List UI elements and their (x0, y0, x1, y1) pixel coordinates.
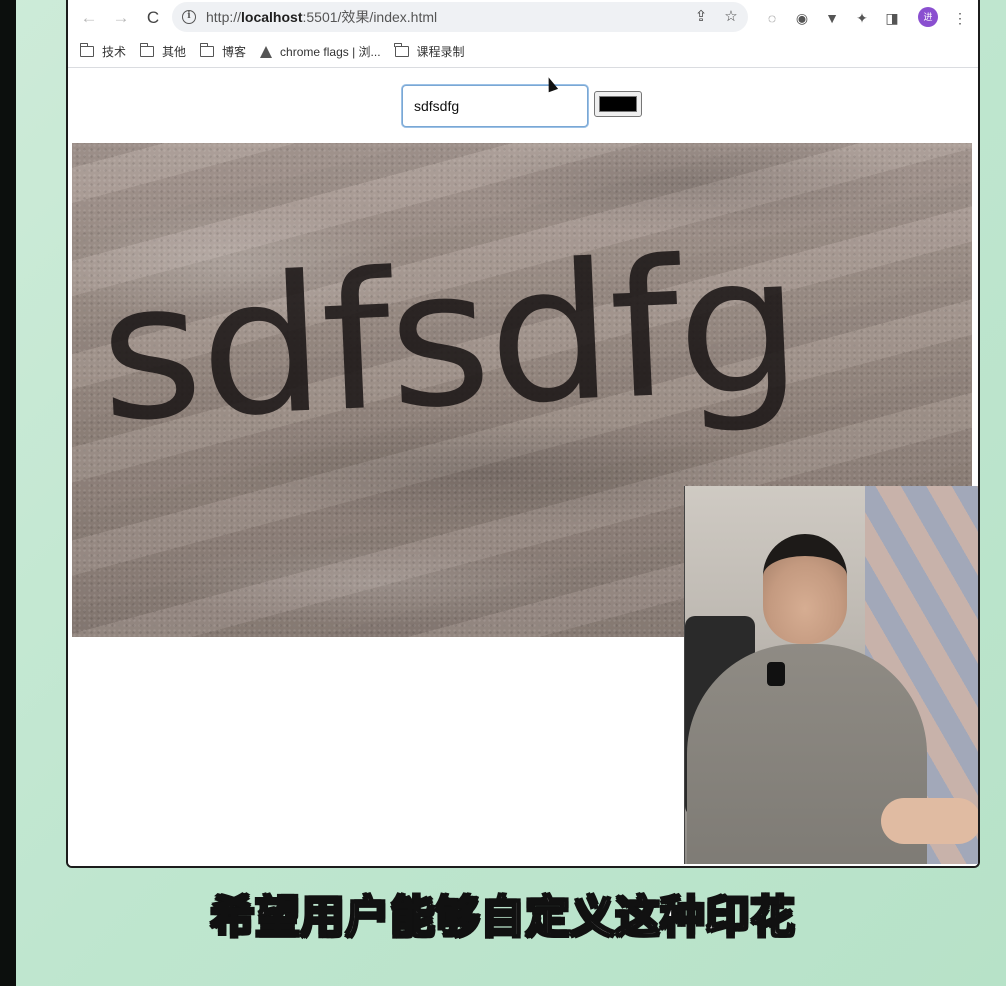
folder-icon (139, 43, 155, 57)
webcam-person-head (763, 534, 847, 644)
bookmark-label: 技术 (102, 45, 127, 59)
address-bar[interactable]: i http://localhost:5501/效果/index.html ⇪ … (172, 2, 748, 32)
bookmark-label: 课程录制 (416, 45, 465, 59)
info-icon[interactable]: i (182, 10, 196, 24)
sidebar-icon[interactable]: ◨ (882, 8, 902, 28)
puzzle-icon[interactable]: ✦ (852, 8, 872, 28)
webcam-mic-icon (767, 662, 785, 686)
webcam-person-hand (881, 798, 978, 844)
bookmark-label: 其他 (162, 45, 187, 59)
folder-icon (79, 43, 94, 57)
folder-icon (394, 43, 409, 57)
bookmark-label: 博客 (222, 45, 247, 59)
menu-icon[interactable]: ⋮ (950, 8, 970, 28)
bookmark-item[interactable]: 博客 (199, 43, 247, 60)
bookmark-label: chrome flags | 浏... (280, 45, 381, 59)
folder-icon (199, 43, 215, 57)
color-picker[interactable] (594, 91, 642, 117)
bookmark-item[interactable]: 技术 (79, 43, 127, 60)
browser-toolbar: ← → C i http://localhost:5501/效果/index.h… (68, 0, 978, 36)
extension-icon[interactable]: ▼ (822, 8, 842, 28)
bookmark-item[interactable]: chrome flags | 浏... (260, 43, 381, 60)
profile-avatar[interactable]: 进 (918, 7, 938, 27)
share-icon[interactable]: ⇪ (692, 8, 710, 26)
back-button[interactable]: ← (78, 7, 100, 29)
color-swatch (599, 96, 637, 112)
bookmark-item[interactable]: 课程录制 (394, 43, 465, 60)
webcam-overlay (684, 486, 978, 864)
url-text[interactable]: http://localhost:5501/效果/index.html (206, 7, 437, 27)
reload-button[interactable]: C (142, 7, 164, 29)
bookmarks-bar: 技术 其他 博客 chrome flags | 浏... 课程录制 (68, 36, 978, 68)
star-icon[interactable]: ☆ (722, 8, 740, 26)
extension-icon[interactable]: ◌ (762, 8, 782, 28)
forward-button[interactable]: → (110, 7, 132, 29)
flask-icon (260, 45, 273, 58)
print-text-input[interactable] (402, 85, 588, 127)
fabric-print-text: sdfsdfg (95, 214, 804, 464)
extension-icon[interactable]: ◉ (792, 8, 812, 28)
left-edge-strip (0, 0, 16, 986)
bookmark-item[interactable]: 其他 (139, 43, 187, 60)
video-subtitle: 希望用户能够自定义这种印花 (210, 891, 796, 944)
